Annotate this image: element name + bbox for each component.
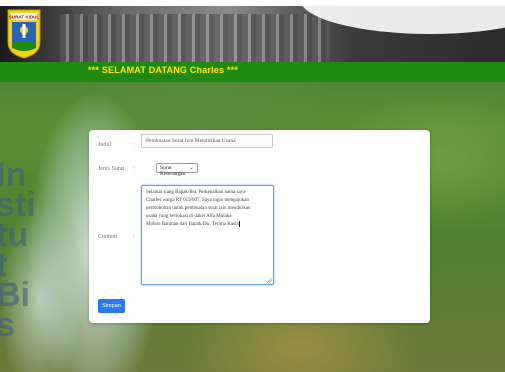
jenis-surat-colon: : bbox=[133, 166, 135, 172]
content-line: Charles warga RT 019/007. Saya ingin men… bbox=[146, 198, 249, 203]
city-logo: SURAT KIDUL bbox=[7, 9, 41, 59]
content-line: usaha yang berlokasi di daket Alfa Mulak… bbox=[146, 214, 232, 219]
content-textarea[interactable]: Selamat siang Bapak/Ibu. Perkenalkan nam… bbox=[141, 185, 274, 285]
welcome-bar bbox=[0, 62, 505, 82]
letter-form: Judul : Pembuatan Surat Izin Mendirikan … bbox=[89, 130, 430, 323]
header-banner bbox=[0, 4, 505, 62]
top-strip bbox=[0, 0, 505, 6]
judul-colon: : bbox=[133, 142, 135, 148]
watermark-text: Institut Bis bbox=[0, 156, 36, 344]
welcome-message: *** SELAMAT DATANG Charles *** bbox=[88, 65, 239, 75]
text-caret bbox=[238, 221, 240, 227]
content-line: Selamat siang Bapak/Ibu. Perkenalkan nam… bbox=[146, 190, 246, 195]
content-colon: : bbox=[133, 234, 135, 240]
content-label: Content bbox=[98, 234, 117, 240]
judul-input[interactable]: Pembuatan Surat Izin Mendirikan Usaha bbox=[141, 134, 273, 148]
jenis-surat-label: Jenis Surat bbox=[98, 166, 125, 172]
building-image bbox=[60, 14, 330, 62]
jenis-surat-select[interactable]: Surat Keterangan ⌄ bbox=[156, 163, 198, 177]
svg-text:SURAT KIDUL: SURAT KIDUL bbox=[9, 15, 39, 20]
content-line: permohonan untuk pembuatan surat izin me… bbox=[146, 206, 251, 211]
chevron-down-icon: ⌄ bbox=[188, 165, 194, 171]
banner-curve bbox=[300, 4, 505, 34]
judul-label: Judul bbox=[98, 142, 112, 148]
simpan-button[interactable]: Simpan bbox=[98, 299, 125, 313]
content-line: Mohon Bantuan dari Bapak/Ibu. Terima Kas… bbox=[146, 222, 239, 228]
resize-handle-icon[interactable] bbox=[267, 278, 272, 283]
jenis-surat-selected: Surat Keterangan bbox=[160, 165, 186, 177]
